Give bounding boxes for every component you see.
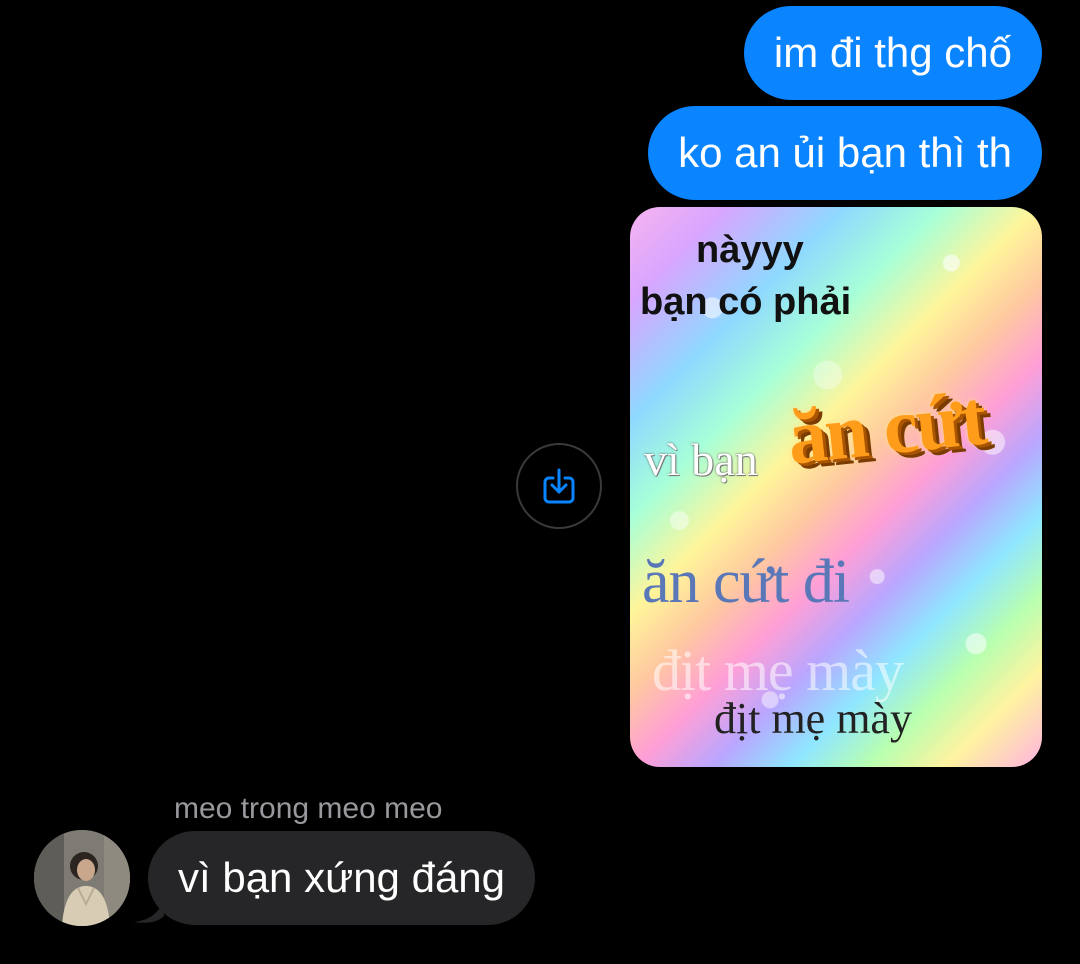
incoming-message[interactable]: vì bạn xứng đáng bbox=[148, 831, 536, 925]
image-message[interactable]: nàyyy bạn có phải vì bạn ăn cứt ăn cứt đ… bbox=[630, 207, 1042, 767]
image-text: bạn có phải bbox=[640, 281, 852, 323]
image-text: địt mẹ mày bbox=[714, 694, 912, 743]
message-text: vì bạn xứng đáng bbox=[178, 854, 506, 901]
image-text: nàyyy bbox=[696, 229, 804, 271]
image-text: ăn cứt bbox=[783, 373, 989, 481]
outgoing-message[interactable]: ko an ủi bạn thì th bbox=[648, 106, 1042, 200]
message-text: im đi thg chố bbox=[773, 29, 1012, 76]
image-text: vì bạn bbox=[644, 434, 758, 485]
message-text: ko an ủi bạn thì th bbox=[678, 129, 1012, 176]
outgoing-message[interactable]: im đi thg chố bbox=[743, 6, 1042, 100]
share-download-icon bbox=[543, 468, 575, 504]
image-text: ăn cứt đi bbox=[642, 548, 850, 616]
sender-name: meo trong meo meo bbox=[174, 792, 443, 825]
share-button[interactable] bbox=[516, 443, 602, 529]
avatar-photo bbox=[34, 830, 130, 926]
avatar[interactable] bbox=[34, 830, 130, 926]
